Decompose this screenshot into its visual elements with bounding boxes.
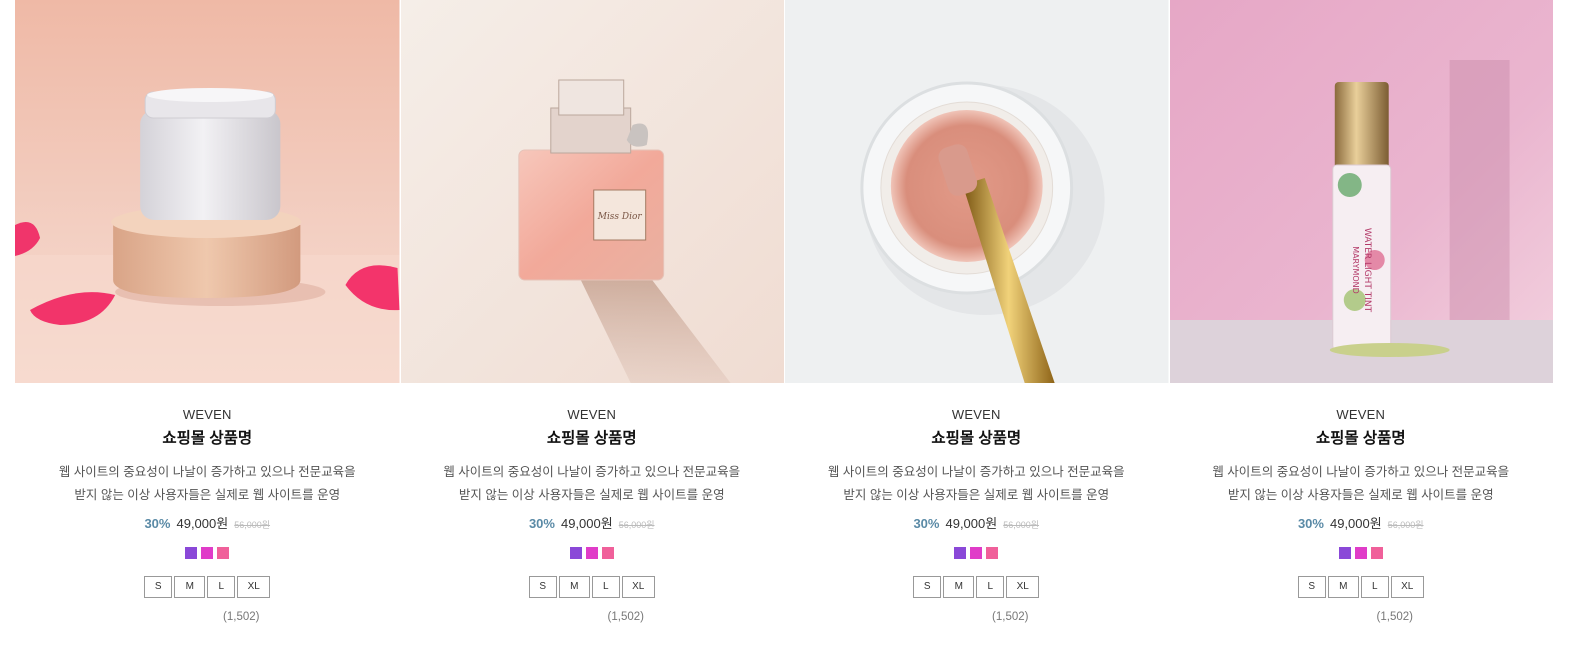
product-image[interactable]	[784, 0, 1169, 383]
color-swatch-pink[interactable]	[1370, 547, 1383, 559]
product-brand: WEVEN	[567, 407, 617, 422]
color-swatch-pink[interactable]	[217, 547, 230, 559]
product-card[interactable]: WEVEN 쇼핑몰 상품명 웹 사이트의 중요성이 나날이 증가하고 있으나 전…	[15, 0, 400, 623]
product-description: 웹 사이트의 중요성이 나날이 증가하고 있으나 전문교육을 받지 않는 이상 …	[400, 461, 785, 507]
original-price: 56,000원	[618, 520, 655, 530]
description-line: 받지 않는 이상 사용자들은 실제로 웹 사이트를 운영	[458, 488, 725, 502]
color-swatch-magenta[interactable]	[585, 547, 598, 559]
size-option-m[interactable]: M	[943, 576, 975, 598]
size-option-l[interactable]: L	[976, 576, 1005, 598]
discount-rate: 30%	[144, 516, 171, 531]
size-option-s[interactable]: S	[1297, 576, 1326, 598]
review-count: (1,502)	[992, 611, 1029, 623]
tint-label: WATER LIGHT TINT	[1361, 228, 1371, 313]
review-count: (1,502)	[607, 611, 644, 623]
original-price: 56,000원	[1387, 520, 1424, 530]
description-line: 받지 않는 이상 사용자들은 실제로 웹 사이트를 운영	[843, 488, 1110, 502]
perfume-bottle-image: Miss Dior	[400, 0, 784, 383]
original-price: 56,000원	[1003, 520, 1040, 530]
product-name[interactable]: 쇼핑몰 상품명	[1169, 429, 1554, 449]
product-name[interactable]: 쇼핑몰 상품명	[784, 429, 1169, 449]
sale-price: 49,000원	[176, 516, 229, 531]
sale-price: 49,000원	[560, 516, 613, 531]
bottle-label: Miss Dior	[596, 212, 642, 222]
color-swatch-purple[interactable]	[569, 547, 582, 559]
description-line: 웹 사이트의 중요성이 나날이 증가하고 있으나 전문교육을	[827, 465, 1125, 479]
product-card[interactable]: WATER LIGHT TINT MARYMOND WEVEN 쇼핑몰 상품명 …	[1168, 0, 1554, 623]
discount-rate: 30%	[1297, 516, 1324, 531]
description-line: 웹 사이트의 중요성이 나날이 증가하고 있으나 전문교육을	[1212, 465, 1510, 479]
size-option-l[interactable]: L	[207, 576, 236, 598]
product-image[interactable]	[15, 0, 400, 383]
powder-brush-image	[785, 0, 1169, 383]
discount-rate: 30%	[528, 516, 555, 531]
size-option-xl[interactable]: XL	[1006, 576, 1040, 598]
size-option-l[interactable]: L	[1360, 576, 1389, 598]
size-option-s[interactable]: S	[144, 576, 173, 598]
product-image[interactable]: Miss Dior	[399, 0, 784, 383]
color-swatch-pink[interactable]	[986, 547, 999, 559]
color-swatches	[400, 547, 785, 559]
size-option-xl[interactable]: XL	[621, 576, 655, 598]
tint-brand-label: MARYMOND	[1350, 246, 1359, 294]
color-swatch-purple[interactable]	[185, 547, 198, 559]
original-price: 56,000원	[234, 520, 271, 530]
cream-jar-image	[15, 0, 400, 383]
product-description: 웹 사이트의 중요성이 나날이 증가하고 있으나 전문교육을 받지 않는 이상 …	[784, 461, 1169, 507]
size-option-m[interactable]: M	[174, 576, 206, 598]
description-line: 받지 않는 이상 사용자들은 실제로 웹 사이트를 운영	[1227, 488, 1494, 502]
color-swatch-pink[interactable]	[601, 547, 614, 559]
sale-price: 49,000원	[945, 516, 998, 531]
sale-price: 49,000원	[1329, 516, 1382, 531]
color-swatches	[15, 547, 400, 559]
description-line: 웹 사이트의 중요성이 나날이 증가하고 있으나 전문교육을	[443, 465, 741, 479]
color-swatch-purple[interactable]	[1338, 547, 1351, 559]
price-row: 30% 49,000원 56,000원	[1169, 515, 1554, 534]
product-description: 웹 사이트의 중요성이 나날이 증가하고 있으나 전문교육을 받지 않는 이상 …	[15, 461, 400, 507]
product-name[interactable]: 쇼핑몰 상품명	[400, 429, 785, 449]
size-options: S M L XL	[784, 576, 1169, 598]
product-brand: WEVEN	[182, 407, 232, 422]
size-options: S M L XL	[1169, 576, 1554, 598]
color-swatches	[784, 547, 1169, 559]
product-brand: WEVEN	[1336, 407, 1386, 422]
review-count: (1,502)	[223, 611, 260, 623]
product-description: 웹 사이트의 중요성이 나날이 증가하고 있으나 전문교육을 받지 않는 이상 …	[1169, 461, 1554, 507]
size-option-s[interactable]: S	[528, 576, 557, 598]
review-count: (1,502)	[1376, 611, 1413, 623]
color-swatch-magenta[interactable]	[201, 547, 214, 559]
lip-tint-image: WATER LIGHT TINT MARYMOND	[1169, 0, 1553, 383]
product-card[interactable]: Miss Dior WEVEN 쇼핑몰 상품명 웹 사이트의 중요성이 나날이 …	[399, 0, 785, 623]
size-options: S M L XL	[400, 576, 785, 598]
color-swatch-purple[interactable]	[954, 547, 967, 559]
product-card[interactable]: WEVEN 쇼핑몰 상품명 웹 사이트의 중요성이 나날이 증가하고 있으나 전…	[784, 0, 1169, 623]
size-option-xl[interactable]: XL	[237, 576, 271, 598]
size-option-l[interactable]: L	[591, 576, 620, 598]
color-swatch-magenta[interactable]	[970, 547, 983, 559]
size-option-s[interactable]: S	[913, 576, 942, 598]
product-image[interactable]: WATER LIGHT TINT MARYMOND	[1168, 0, 1553, 383]
size-option-m[interactable]: M	[558, 576, 590, 598]
description-line: 웹 사이트의 중요성이 나날이 증가하고 있으나 전문교육을	[58, 465, 356, 479]
price-row: 30% 49,000원 56,000원	[784, 515, 1169, 534]
color-swatches	[1169, 547, 1554, 559]
product-brand: WEVEN	[951, 407, 1001, 422]
price-row: 30% 49,000원 56,000원	[400, 515, 785, 534]
size-option-xl[interactable]: XL	[1390, 576, 1424, 598]
product-grid: WEVEN 쇼핑몰 상품명 웹 사이트의 중요성이 나날이 증가하고 있으나 전…	[15, 0, 1553, 623]
description-line: 받지 않는 이상 사용자들은 실제로 웹 사이트를 운영	[74, 488, 341, 502]
size-options: S M L XL	[15, 576, 400, 598]
size-option-m[interactable]: M	[1327, 576, 1359, 598]
product-name[interactable]: 쇼핑몰 상품명	[15, 429, 400, 449]
discount-rate: 30%	[913, 516, 940, 531]
color-swatch-magenta[interactable]	[1354, 547, 1367, 559]
price-row: 30% 49,000원 56,000원	[15, 515, 400, 534]
